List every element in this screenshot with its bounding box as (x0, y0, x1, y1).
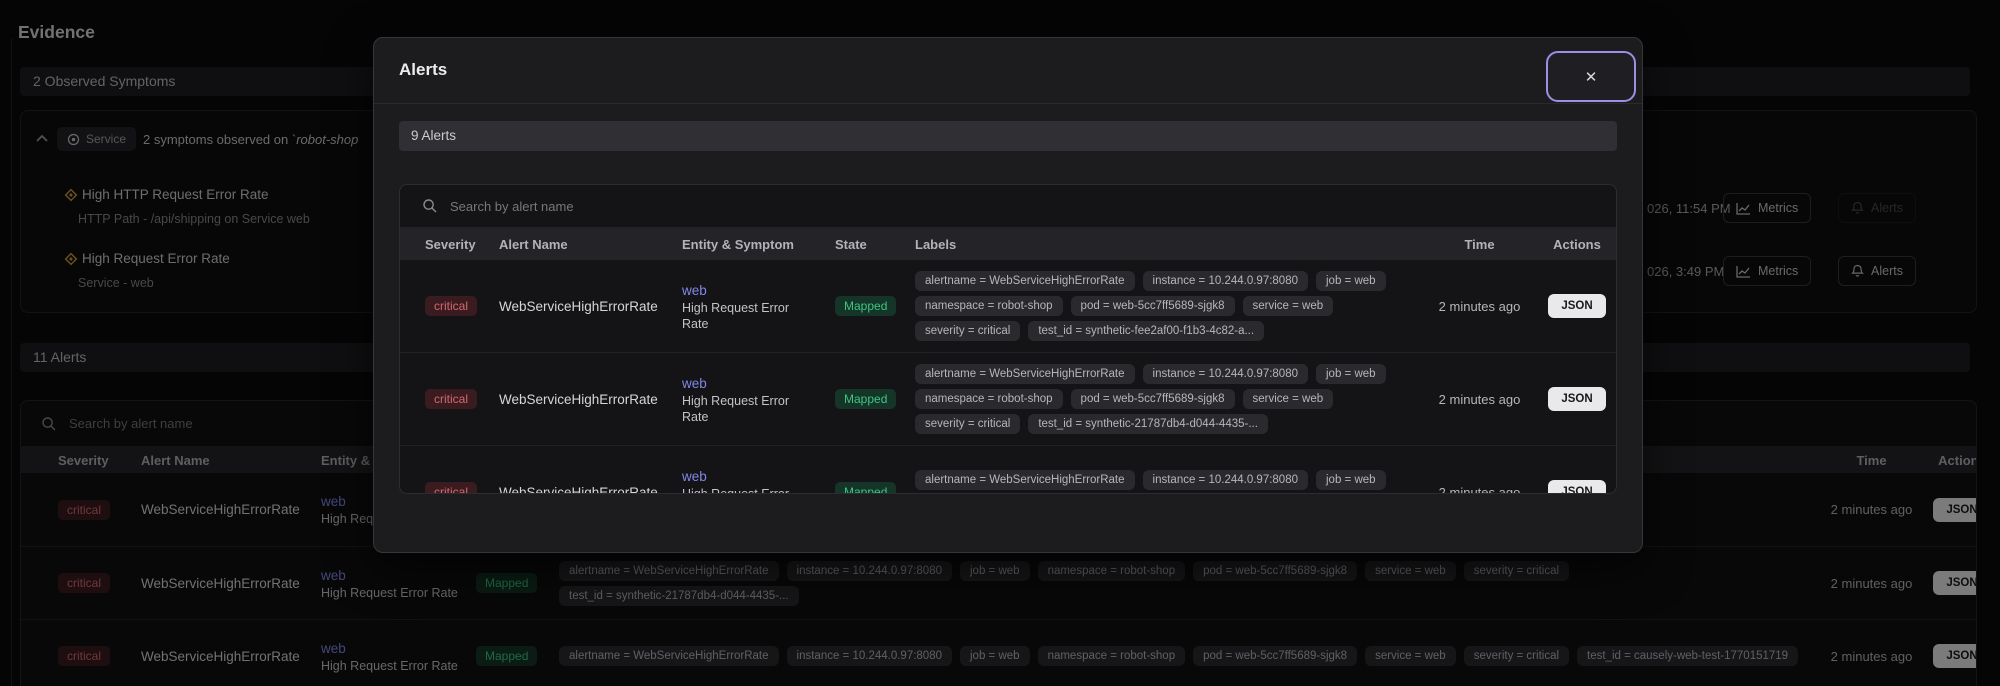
label-chip-line: alertname = WebServiceHighErrorRate insta… (915, 469, 1422, 490)
label-chip-line: namespace = robot-shop pod = web-5cc7ff56… (915, 296, 1422, 316)
severity-badge: critical (425, 389, 478, 409)
alert-name: WebServiceHighErrorRate (499, 391, 658, 407)
label-chip: test_id = synthetic-fee2af00-f1b3-4c82-a… (1028, 321, 1265, 341)
table-header-row: Severity Alert Name Entity & Symptom State L… (400, 228, 1616, 260)
label-chip: pod = web-5cc7ff5689-sjgk8 (1070, 389, 1235, 409)
label-chip: alertname = WebServiceHighErrorRate (915, 271, 1135, 291)
labels-cell: alertname = WebServiceHighErrorRate insta… (915, 469, 1422, 494)
alerts-modal: Alerts ✕ 9 Alerts Severity Alert Name Enti… (373, 37, 1643, 553)
alert-time: 2 minutes ago (1438, 484, 1521, 494)
severity-badge: critical (425, 296, 478, 316)
label-chip-line: alertname = WebServiceHighErrorRate insta… (915, 364, 1422, 384)
label-chip: job = web (1316, 469, 1386, 490)
severity-cell: critical (425, 296, 499, 316)
label-chip-line: alertname = WebServiceHighErrorRate insta… (915, 271, 1422, 291)
label-chip: namespace = robot-shop (915, 296, 1063, 316)
actions-cell: JSON (1537, 294, 1616, 318)
label-chip: instance = 10.244.0.97:8080 (1142, 271, 1308, 291)
column-header: Actions (1553, 236, 1601, 252)
entity-symptom-cell: webHigh Request Error Rate (682, 374, 835, 425)
search-input[interactable] (450, 198, 1616, 214)
actions-cell: JSON (1537, 480, 1616, 493)
alert-row: critical WebServiceHighErrorRate webHigh R… (400, 446, 1616, 494)
labels-cell: alertname = WebServiceHighErrorRate insta… (915, 271, 1422, 341)
label-chip: alertname = WebServiceHighErrorRate (915, 469, 1135, 490)
column-header: Entity & Symptom (682, 236, 794, 252)
alert-name: WebServiceHighErrorRate (499, 484, 658, 494)
label-chip-line: severity = critical test_id = synthetic-f… (915, 321, 1422, 341)
state-cell: Mapped (835, 389, 915, 409)
label-chip: alertname = WebServiceHighErrorRate (915, 364, 1135, 384)
entity-link[interactable]: web (682, 467, 835, 486)
state-cell: Mapped (835, 482, 915, 493)
label-chip: namespace = robot-shop (915, 389, 1063, 409)
label-chip: job = web (1316, 364, 1386, 384)
app-window: Evidence 2 Observed Symptoms Service 2 s… (0, 0, 2000, 686)
entity-link[interactable]: web (682, 374, 835, 393)
modal-title: Alerts (399, 60, 448, 79)
label-chip-line: severity = critical test_id = synthetic-2… (915, 414, 1422, 434)
severity-badge: critical (425, 482, 478, 493)
entity-symptom-cell: webHigh Request Error Rate (682, 467, 835, 494)
json-button[interactable]: JSON (1548, 480, 1606, 493)
close-button[interactable]: ✕ (1546, 51, 1636, 102)
state-badge: Mapped (835, 482, 897, 493)
label-chip: test_id = synthetic-21787db4-d044-4435-.… (1028, 414, 1268, 434)
state-badge: Mapped (835, 296, 897, 316)
label-chip: instance = 10.244.0.97:8080 (1142, 469, 1308, 490)
symptom-label: High Request Error Rate (682, 486, 789, 494)
state-badge: Mapped (835, 389, 897, 409)
json-button[interactable]: JSON (1548, 294, 1606, 318)
modal-alerts-count-bar: 9 Alerts (399, 121, 1617, 151)
entity-symptom-cell: webHigh Request Error Rate (682, 281, 835, 332)
column-header: State (835, 236, 867, 252)
alert-name: WebServiceHighErrorRate (499, 298, 658, 314)
alert-time: 2 minutes ago (1438, 298, 1521, 314)
json-button[interactable]: JSON (1548, 387, 1606, 411)
labels-cell: alertname = WebServiceHighErrorRate insta… (915, 364, 1422, 434)
symptom-label: High Request Error Rate (682, 393, 789, 424)
column-header: Time (1464, 236, 1495, 252)
modal-alerts-table: Severity Alert Name Entity & Symptom State L… (399, 184, 1617, 494)
state-cell: Mapped (835, 296, 915, 316)
symptom-label: High Request Error Rate (682, 300, 789, 331)
severity-cell: critical (425, 482, 499, 493)
label-chip: service = web (1242, 296, 1334, 316)
label-chip: severity = critical (915, 414, 1021, 434)
close-icon: ✕ (1584, 68, 1598, 86)
alert-row: critical WebServiceHighErrorRate webHigh R… (400, 260, 1616, 353)
severity-cell: critical (425, 389, 499, 409)
entity-link[interactable]: web (682, 281, 835, 300)
label-chip: service = web (1242, 389, 1334, 409)
column-header: Labels (915, 236, 957, 252)
label-chip: pod = web-5cc7ff5689-sjgk8 (1070, 296, 1235, 316)
label-chip-line: namespace = robot-shop pod = web-5cc7ff56… (915, 389, 1422, 409)
modal-header: Alerts ✕ (374, 38, 1642, 104)
label-chip: job = web (1316, 271, 1386, 291)
modal-alerts-search (400, 185, 1616, 228)
actions-cell: JSON (1537, 387, 1616, 411)
table-body: criticalWebServiceHighErrorRatewebHigh R… (400, 260, 1616, 494)
column-header: Alert Name (499, 236, 568, 252)
alert-row: critical WebServiceHighErrorRate webHigh R… (400, 353, 1616, 446)
search-icon (422, 198, 438, 214)
label-chip: instance = 10.244.0.97:8080 (1142, 364, 1308, 384)
column-header: Severity (425, 236, 476, 252)
alert-time: 2 minutes ago (1438, 391, 1521, 407)
label-chip: severity = critical (915, 321, 1021, 341)
